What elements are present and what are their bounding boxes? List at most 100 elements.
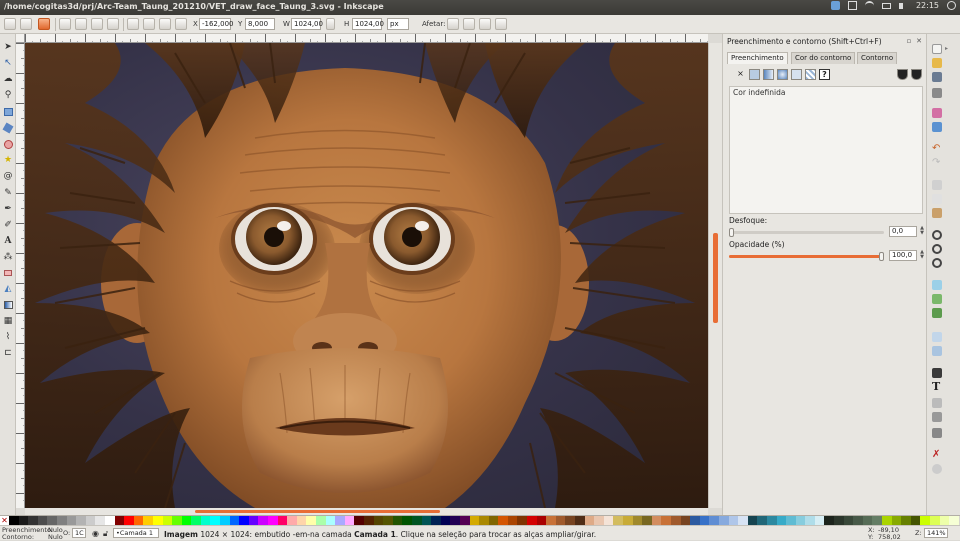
dropbox-icon[interactable] bbox=[830, 1, 840, 10]
no-color-swatch[interactable]: ✕ bbox=[0, 516, 9, 525]
bucket-icon[interactable]: ◭ bbox=[3, 284, 13, 294]
import-icon[interactable] bbox=[932, 108, 942, 118]
tab-stroke-style[interactable]: Contorno bbox=[857, 52, 898, 64]
clock[interactable]: 22:15 bbox=[916, 1, 939, 10]
ungroup-icon[interactable] bbox=[932, 346, 942, 356]
opacity-slider[interactable] bbox=[729, 252, 884, 261]
zoom-page-icon[interactable] bbox=[932, 258, 942, 268]
raise-icon[interactable] bbox=[143, 18, 155, 30]
rotate-ccw-icon[interactable] bbox=[59, 18, 71, 30]
linear-gradient-button[interactable] bbox=[763, 69, 774, 80]
duplicate-icon[interactable] bbox=[932, 280, 942, 290]
power-icon[interactable] bbox=[947, 1, 956, 10]
dialog-close-icon[interactable]: ✕ bbox=[915, 37, 923, 45]
fill-stroke-icon[interactable] bbox=[932, 368, 942, 378]
open-icon[interactable] bbox=[932, 58, 942, 68]
vertical-ruler[interactable] bbox=[16, 43, 25, 508]
horizontal-ruler[interactable] bbox=[25, 34, 708, 43]
wifi-icon[interactable] bbox=[864, 1, 874, 10]
clone-icon[interactable] bbox=[932, 294, 942, 304]
export-icon[interactable] bbox=[932, 122, 942, 132]
document-props-icon[interactable] bbox=[932, 464, 942, 474]
save-icon[interactable] bbox=[932, 72, 942, 82]
redo-icon[interactable]: ↷ bbox=[932, 158, 942, 168]
xml-editor-icon[interactable] bbox=[932, 412, 942, 422]
flat-color-button[interactable] bbox=[749, 69, 760, 80]
color-palette[interactable]: ✕ bbox=[0, 515, 960, 526]
copy-icon[interactable] bbox=[932, 180, 942, 190]
no-paint-button[interactable]: × bbox=[735, 69, 746, 80]
3dbox-icon[interactable] bbox=[2, 122, 14, 134]
rotate-cw-icon[interactable] bbox=[75, 18, 87, 30]
horizontal-scrollbar[interactable] bbox=[25, 508, 708, 515]
cut-icon[interactable] bbox=[932, 194, 942, 204]
lock-ratio-icon[interactable] bbox=[326, 18, 335, 30]
print-icon[interactable] bbox=[932, 88, 942, 98]
lower-icon[interactable] bbox=[159, 18, 171, 30]
dropper-icon[interactable]: ⌇ bbox=[3, 332, 13, 342]
lower-to-bottom-icon[interactable] bbox=[175, 18, 187, 30]
fill-rule-nonzero-icon[interactable] bbox=[911, 69, 922, 80]
pencil-icon[interactable]: ✎ bbox=[3, 188, 13, 198]
eraser-icon[interactable] bbox=[3, 268, 13, 278]
align-icon[interactable] bbox=[932, 428, 942, 438]
undo-icon[interactable]: ↶ bbox=[932, 144, 942, 154]
battery-icon[interactable] bbox=[881, 2, 891, 9]
star-icon[interactable]: ★ bbox=[3, 155, 13, 165]
volume-icon[interactable] bbox=[898, 2, 908, 9]
blur-slider[interactable] bbox=[729, 228, 884, 237]
opacity-indicator-field[interactable]: 1C bbox=[72, 528, 86, 538]
opacity-spin-arrows[interactable]: ▲ ▼ bbox=[919, 250, 925, 261]
unit-select[interactable]: px bbox=[387, 18, 409, 30]
tweak-icon[interactable]: ☁ bbox=[3, 74, 13, 84]
connector-icon[interactable]: ⊏ bbox=[3, 348, 13, 358]
flip-horizontal-icon[interactable] bbox=[91, 18, 103, 30]
dialog-iconify-icon[interactable]: ▫ bbox=[905, 37, 913, 45]
select-all-icon[interactable] bbox=[4, 18, 16, 30]
fill-rule-evenodd-icon[interactable] bbox=[897, 69, 908, 80]
gradient-icon[interactable] bbox=[3, 300, 13, 310]
affect-corners-icon[interactable] bbox=[463, 18, 475, 30]
pen-icon[interactable]: ✒ bbox=[3, 204, 13, 214]
blur-field[interactable]: 0,0 bbox=[889, 226, 917, 237]
preferences-icon[interactable]: ✗ bbox=[932, 450, 942, 460]
bar-overflow-icon[interactable]: ▸ bbox=[945, 46, 951, 52]
spiral-icon[interactable]: @ bbox=[3, 171, 13, 181]
lock-icon[interactable]: 🔓︎ bbox=[103, 530, 108, 538]
layer-selector[interactable]: •Camada 1 bbox=[113, 528, 159, 538]
mesh-gradient-button[interactable] bbox=[791, 69, 802, 80]
zoom-selection-icon[interactable] bbox=[932, 230, 942, 240]
zoom-field[interactable]: 141% bbox=[924, 528, 948, 538]
selector-icon[interactable]: ➤ bbox=[3, 42, 13, 52]
tab-stroke-paint[interactable]: Cor do contorno bbox=[791, 52, 856, 64]
blur-slider-knob[interactable] bbox=[729, 228, 734, 237]
ellipse-icon[interactable] bbox=[3, 139, 13, 149]
unknown-paint-button[interactable]: ? bbox=[819, 69, 830, 80]
select-all-layers-icon[interactable] bbox=[20, 18, 32, 30]
w-field[interactable]: 1024,00 bbox=[291, 18, 323, 30]
rect-icon[interactable] bbox=[3, 107, 13, 117]
taung-face-artwork[interactable] bbox=[25, 43, 708, 508]
new-document-icon[interactable] bbox=[932, 44, 942, 54]
flip-vertical-icon[interactable] bbox=[107, 18, 119, 30]
text-font-icon[interactable]: T bbox=[932, 381, 942, 392]
vertical-scrollbar[interactable] bbox=[708, 43, 722, 508]
horizontal-scroll-thumb[interactable] bbox=[195, 510, 440, 513]
spray-icon[interactable]: ⁂ bbox=[3, 252, 13, 262]
paste-icon[interactable] bbox=[932, 208, 942, 218]
h-field[interactable]: 1024,00 bbox=[352, 18, 384, 30]
x-field[interactable]: -162,000 bbox=[199, 18, 233, 30]
calligraphy-icon[interactable]: ✐ bbox=[3, 220, 13, 230]
opacity-field[interactable]: 100,0 bbox=[889, 250, 917, 261]
y-field[interactable]: 8,000 bbox=[245, 18, 275, 30]
deselect-icon[interactable] bbox=[38, 18, 50, 30]
opacity-slider-knob[interactable] bbox=[879, 252, 884, 261]
affect-stroke-icon[interactable] bbox=[447, 18, 459, 30]
affect-pattern-icon[interactable] bbox=[495, 18, 507, 30]
layers-icon[interactable] bbox=[932, 398, 942, 408]
unlink-clone-icon[interactable] bbox=[932, 308, 942, 318]
node-icon[interactable]: ↖ bbox=[3, 58, 13, 68]
text-icon[interactable]: A bbox=[3, 236, 13, 246]
zoom-icon[interactable]: ⚲ bbox=[3, 90, 13, 100]
mesh-icon[interactable]: ▦ bbox=[3, 316, 13, 326]
